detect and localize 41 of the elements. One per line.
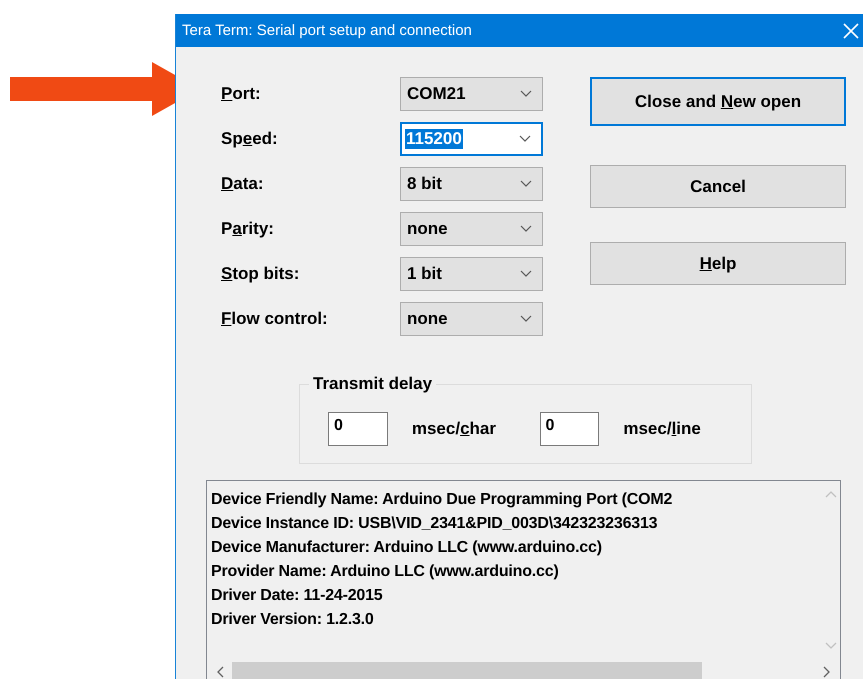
- dropdown[interactable]: none: [400, 212, 543, 246]
- field-label: Port:: [221, 84, 262, 104]
- chevron-down-icon: [520, 225, 532, 232]
- chevron-right-icon[interactable]: [823, 666, 830, 678]
- scrollbar-thumb[interactable]: [232, 662, 702, 679]
- dialog-button[interactable]: Cancel: [590, 165, 846, 208]
- dropdown[interactable]: 8 bit: [400, 166, 543, 200]
- field-label: Stop bits:: [221, 264, 300, 284]
- horizontal-scrollbar[interactable]: [207, 659, 840, 679]
- info-line: Device Instance ID: USB\VID_2341&PID_003D\342323236313: [211, 514, 658, 534]
- info-line: Device Manufacturer: Arduino LLC (www.arduino.cc): [211, 538, 603, 558]
- group-title: Transmit delay: [309, 374, 436, 394]
- chevron-down-icon: [520, 270, 532, 277]
- dropdown[interactable]: 1 bit: [400, 256, 543, 290]
- chevron-down-icon: [520, 180, 532, 187]
- chevron-down-icon[interactable]: [825, 642, 837, 649]
- info-line: Device Friendly Name: Arduino Due Programming Port (COM2: [211, 490, 674, 510]
- dropdown[interactable]: COM21: [400, 76, 543, 110]
- dropdown[interactable]: 115200: [400, 122, 543, 156]
- info-line: Driver Date: 11-24-2015: [211, 586, 384, 606]
- chevron-down-icon: [520, 315, 532, 322]
- field-label: Speed:: [221, 128, 279, 148]
- window-title: Tera Term: Serial port setup and connection: [182, 22, 472, 39]
- chevron-left-icon[interactable]: [217, 666, 224, 678]
- close-icon[interactable]: [843, 22, 859, 38]
- device-info-box[interactable]: [206, 480, 841, 679]
- dialog-button[interactable]: Close and New open: [590, 77, 846, 126]
- field-label: Parity:: [221, 218, 275, 238]
- input-field[interactable]: 0: [328, 412, 388, 446]
- chevron-up-icon[interactable]: [825, 491, 837, 498]
- dialog-button[interactable]: Help: [590, 242, 846, 285]
- chevron-down-icon: [520, 90, 532, 97]
- dropdown[interactable]: none: [400, 302, 543, 336]
- unit-label: msec/char: [412, 419, 497, 439]
- chevron-down-icon: [519, 135, 531, 142]
- input-field[interactable]: 0: [540, 412, 600, 446]
- info-line: Provider Name: Arduino LLC (www.arduino.cc): [211, 562, 560, 582]
- field-label: Data:: [221, 174, 265, 194]
- unit-label: msec/line: [623, 419, 702, 439]
- info-line: Driver Version: 1.2.3.0: [211, 610, 375, 630]
- field-label: Flow control:: [221, 308, 329, 328]
